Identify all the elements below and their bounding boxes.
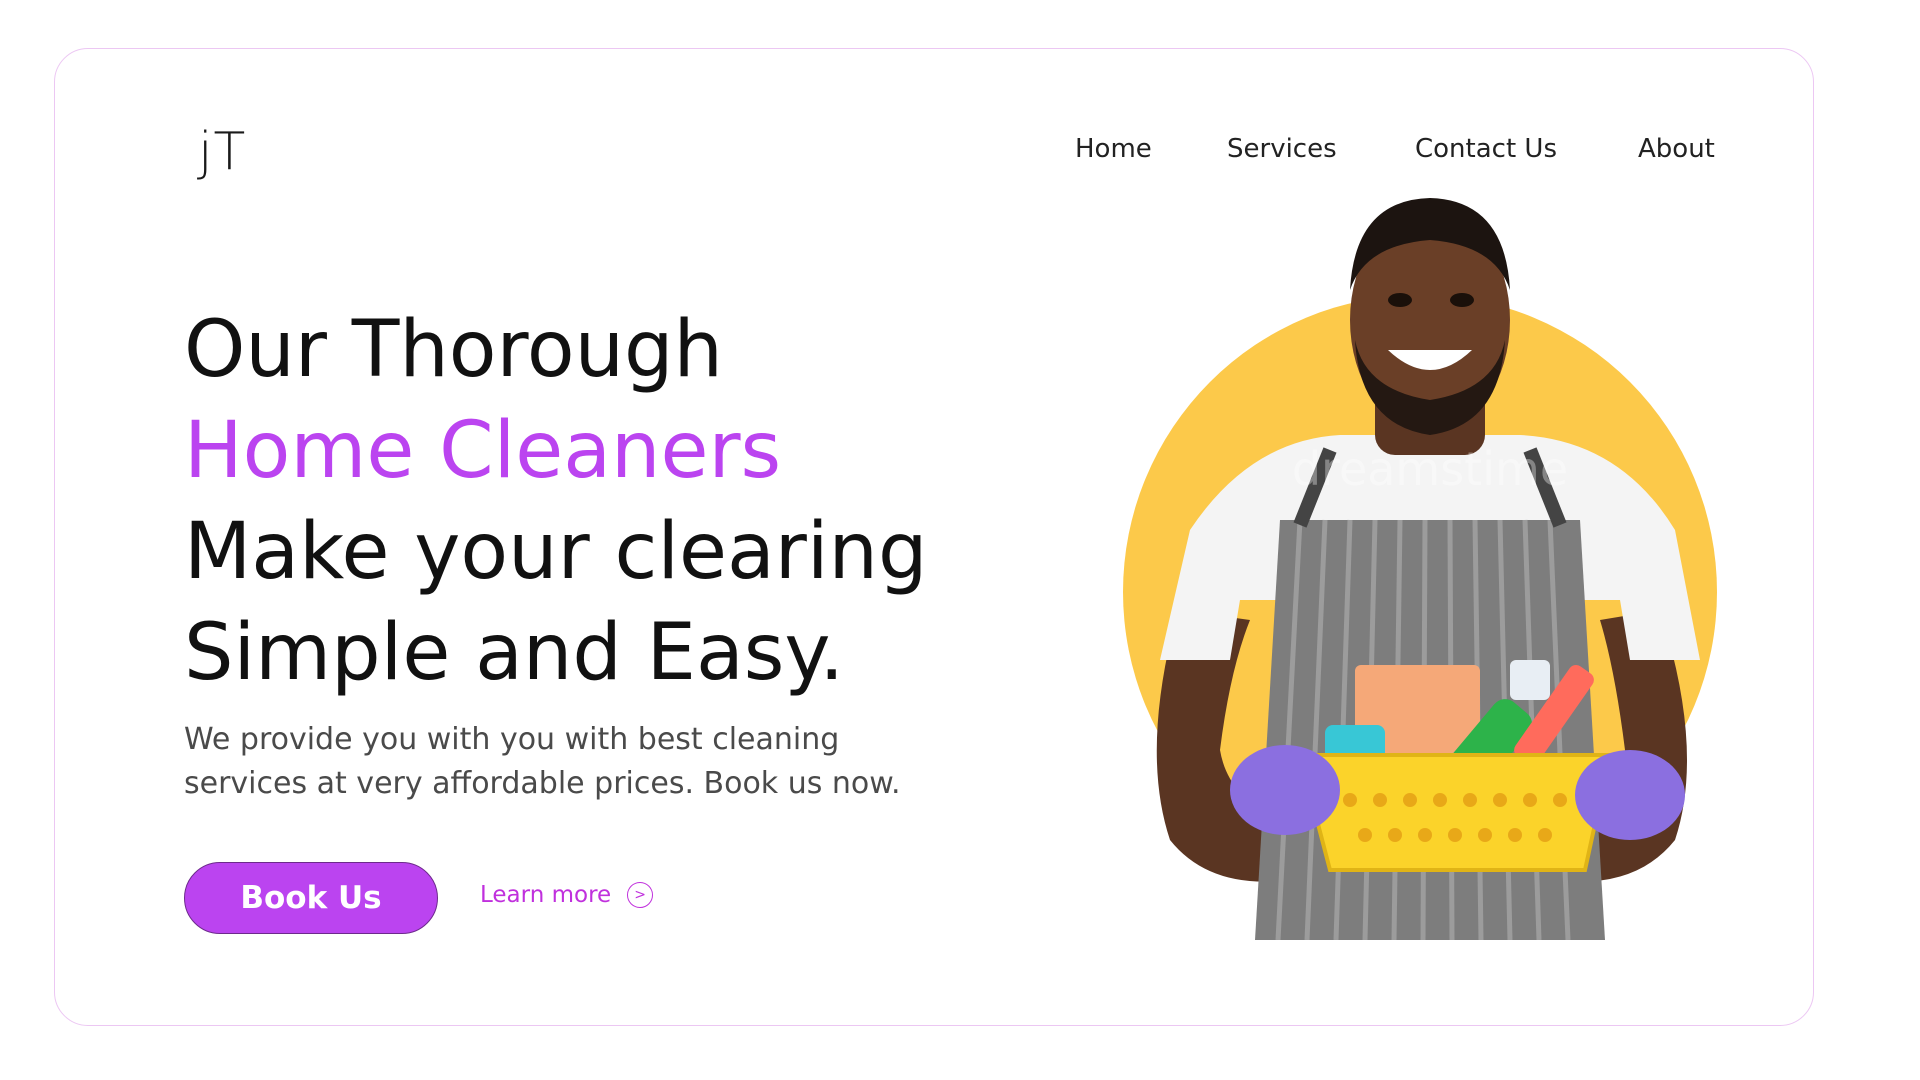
spray-bottle — [1510, 660, 1550, 700]
hero-headline: Our Thorough Home Cleaners Make your cle… — [184, 300, 944, 704]
chevron-right-circle-icon: > — [627, 882, 654, 908]
watermark-text: dreamstime — [1292, 442, 1568, 496]
right-eye — [1450, 293, 1474, 307]
headline-accent: Home Cleaners — [184, 406, 782, 496]
right-glove — [1575, 750, 1685, 840]
book-us-button[interactable]: Book Us — [184, 862, 438, 934]
basket — [1297, 753, 1613, 872]
learn-more-label: Learn more — [480, 882, 612, 908]
headline-text-end: Make your clearing Simple and Easy. — [184, 507, 928, 698]
nav-about[interactable]: About — [1638, 134, 1715, 164]
headline-text-start: Our Thorough — [184, 305, 723, 395]
hero-illustration: dreamstime — [1123, 198, 1717, 940]
learn-more-link[interactable]: Learn more > — [480, 882, 654, 908]
brand-logo[interactable]: jT — [198, 122, 246, 182]
left-glove — [1230, 745, 1340, 835]
nav-home[interactable]: Home — [1075, 134, 1152, 164]
nav-contact-us[interactable]: Contact Us — [1415, 134, 1557, 164]
nav-services[interactable]: Services — [1227, 134, 1337, 164]
hero-subtext: We provide you with you with best cleani… — [184, 722, 901, 801]
left-eye — [1388, 293, 1412, 307]
